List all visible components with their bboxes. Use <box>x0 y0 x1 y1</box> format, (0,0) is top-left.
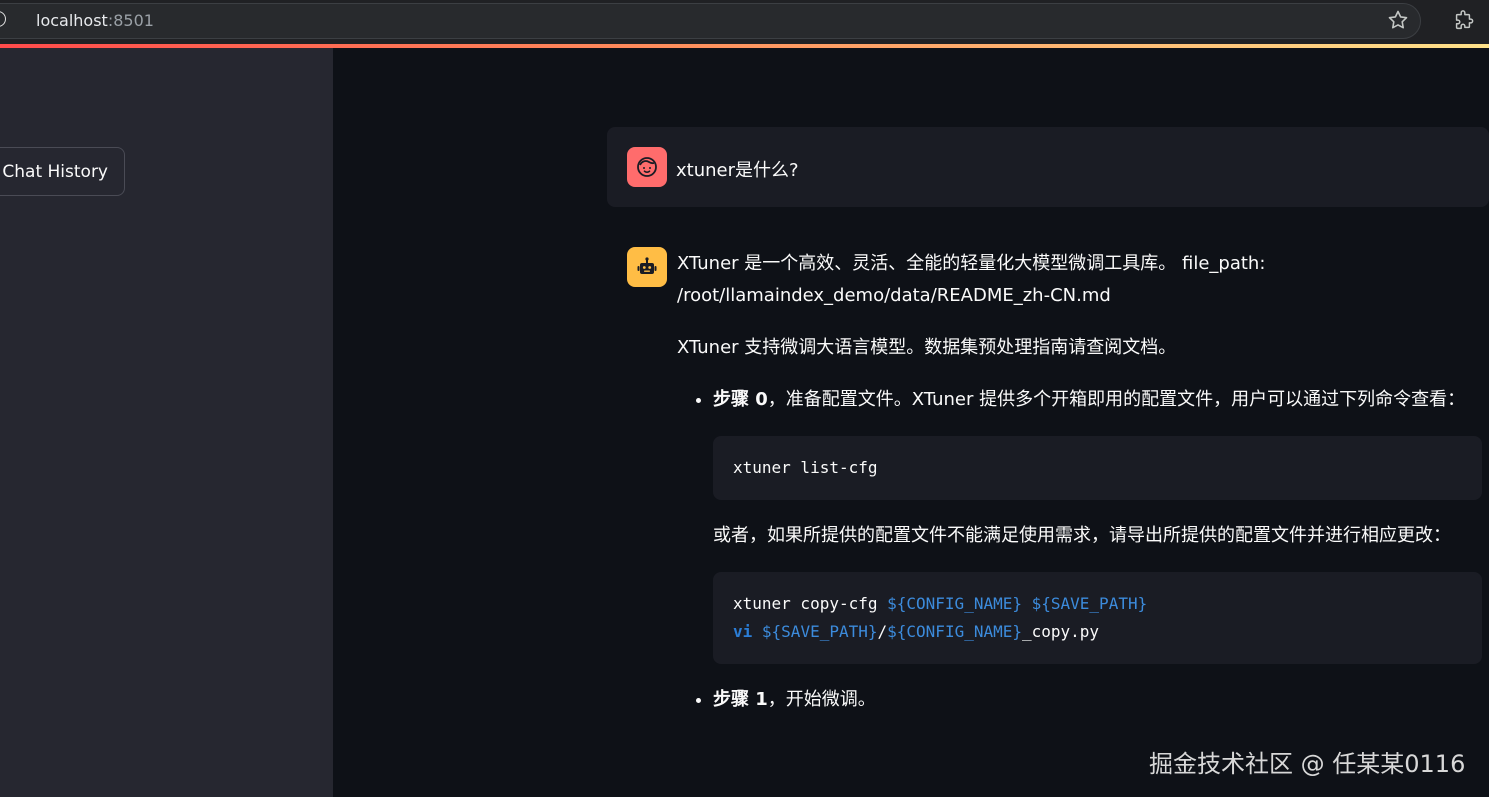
step-0-text: ，准备配置文件。XTuner 提供多个开箱即用的配置文件，用户可以通过下列命令查… <box>767 389 1466 410</box>
step-0-label: 步骤 0 <box>713 389 768 410</box>
robot-icon <box>637 257 657 274</box>
code-keyword-vi: vi <box>733 622 753 641</box>
assistant-avatar <box>627 247 667 287</box>
user-avatar <box>627 147 667 187</box>
sidebar: r Chat History <box>0 48 333 797</box>
step-1-text: ，开始微调。 <box>767 689 876 710</box>
extensions-puzzle-icon[interactable] <box>1452 10 1474 32</box>
code-list-cfg: xtuner list-cfg <box>733 458 878 477</box>
bookmark-star-icon[interactable] <box>1386 8 1410 32</box>
address-bar[interactable] <box>0 3 1421 39</box>
step-1-label: 步骤 1 <box>713 689 768 710</box>
code-block-list-cfg[interactable]: xtuner list-cfg <box>713 436 1482 500</box>
steps-list: 步骤 0，准备配置文件。XTuner 提供多个开箱即用的配置文件，用户可以通过下… <box>677 384 1482 716</box>
url-port: :8501 <box>107 11 154 30</box>
browser-toolbar: i localhost:8501 <box>0 0 1489 44</box>
step-0-more-text: 或者，如果所提供的配置文件不能满足使用需求，请导出所提供的配置文件并进行相应更改… <box>713 525 1451 546</box>
watermark: 掘金技术社区 @ 任某某0116 <box>1149 750 1466 778</box>
code-suffix: _copy.py <box>1022 622 1100 641</box>
code-cmd: xtuner copy-cfg <box>733 594 888 613</box>
assistant-chat-message: XTuner 是一个高效、灵活、全能的轻量化大模型微调工具库。 file_pat… <box>677 248 1482 732</box>
assistant-message-line2: XTuner 支持微调大语言模型。数据集预处理指南请查阅文档。 <box>677 337 1177 358</box>
code-var-save-path: ${SAVE_PATH} <box>1031 594 1148 613</box>
user-chat-message: xtuner是什么? <box>607 127 1489 207</box>
main-chat-area: xtuner是什么? XTuner 是一个高效、灵活、全能的轻量化大模型微调工具… <box>334 48 1489 797</box>
url-host: localhost <box>36 11 108 30</box>
code-block-copy-cfg[interactable]: xtuner copy-cfg ${CONFIG_NAME} ${SAVE_PA… <box>713 572 1482 664</box>
code-slash: / <box>877 622 888 641</box>
code-var-save-path: ${SAVE_PATH} <box>761 622 878 641</box>
list-item-step-1: 步骤 1，开始微调。 <box>713 684 1482 716</box>
user-face-icon <box>637 157 657 177</box>
list-item-step-0: 步骤 0，准备配置文件。XTuner 提供多个开箱即用的配置文件，用户可以通过下… <box>713 384 1482 664</box>
code-var-config-name: ${CONFIG_NAME} <box>887 622 1022 641</box>
assistant-message-line1: XTuner 是一个高效、灵活、全能的轻量化大模型微调工具库。 file_pat… <box>677 253 1266 306</box>
code-var-config-name: ${CONFIG_NAME} <box>887 594 1022 613</box>
url-text[interactable]: localhost:8501 <box>36 11 154 30</box>
clear-chat-history-button[interactable]: r Chat History <box>0 147 125 196</box>
user-message-text: xtuner是什么? <box>676 160 799 181</box>
